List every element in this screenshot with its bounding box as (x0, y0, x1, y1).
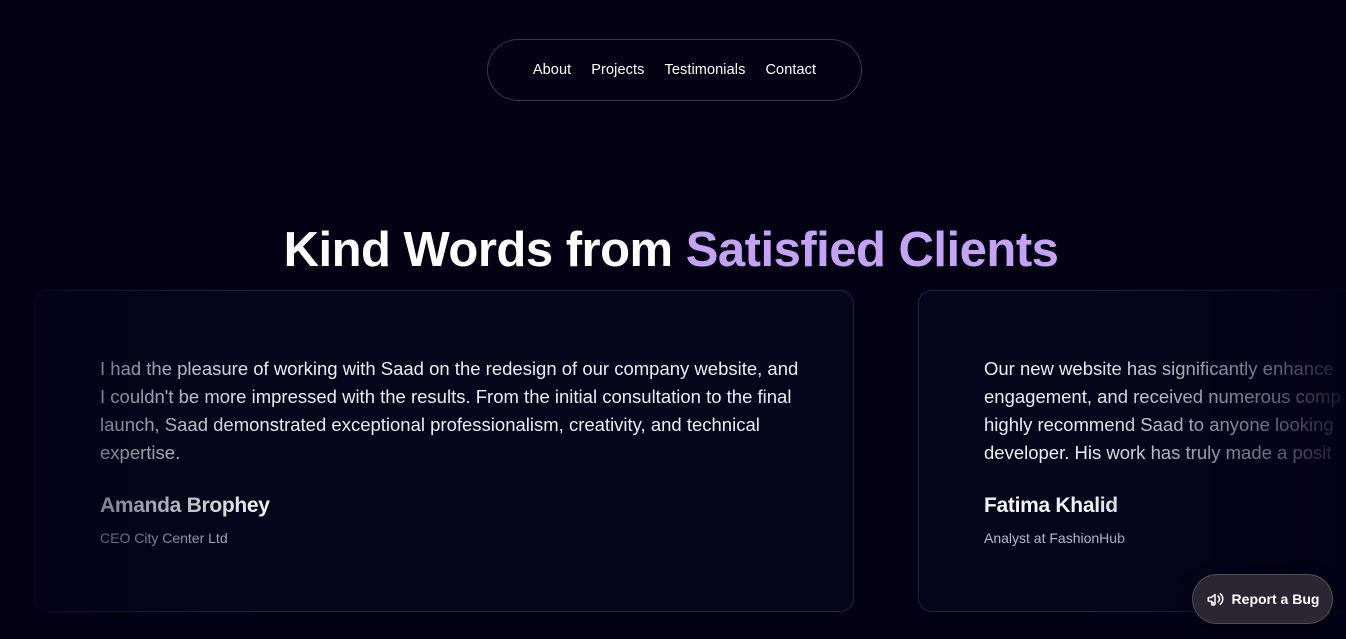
nav-link-projects[interactable]: Projects (591, 62, 644, 78)
section-heading: Kind Words from Satisfied Clients (0, 222, 1346, 278)
nav-link-contact[interactable]: Contact (765, 62, 816, 78)
top-nav: About Projects Testimonials Contact (487, 39, 862, 101)
testimonial-quote: I had the pleasure of working with Saad … (100, 358, 799, 463)
testimonial-quote-line: highly recommend Saad to anyone looking (984, 414, 1334, 435)
report-bug-label: Report a Bug (1231, 591, 1320, 607)
heading-prefix: Kind Words from (283, 223, 686, 277)
heading-accent: Satisfied Clients (685, 223, 1059, 277)
testimonial-author-name: Fatima Khalid (984, 494, 1118, 517)
megaphone-icon (1206, 590, 1224, 608)
testimonial-quote-line: Our new website has significantly enhanc… (984, 358, 1334, 379)
testimonial-card: Our new website has significantly enhanc… (918, 290, 1346, 612)
testimonial-card: I had the pleasure of working with Saad … (34, 290, 854, 612)
nav-link-about[interactable]: About (533, 62, 571, 78)
testimonial-quote-line: developer. His work has truly made a pos… (984, 442, 1332, 463)
report-bug-button[interactable]: Report a Bug (1192, 574, 1333, 624)
testimonial-quote: Our new website has significantly enhanc… (984, 355, 1346, 467)
nav-link-testimonials[interactable]: Testimonials (664, 62, 745, 78)
page: About Projects Testimonials Contact Kind… (0, 0, 1346, 639)
testimonial-quote-line: engagement, and received numerous comp (984, 386, 1341, 407)
testimonial-author-role: CEO City Center Ltd (100, 530, 228, 546)
testimonial-author-name: Amanda Brophey (100, 494, 270, 517)
testimonial-author-role: Analyst at FashionHub (984, 530, 1125, 546)
